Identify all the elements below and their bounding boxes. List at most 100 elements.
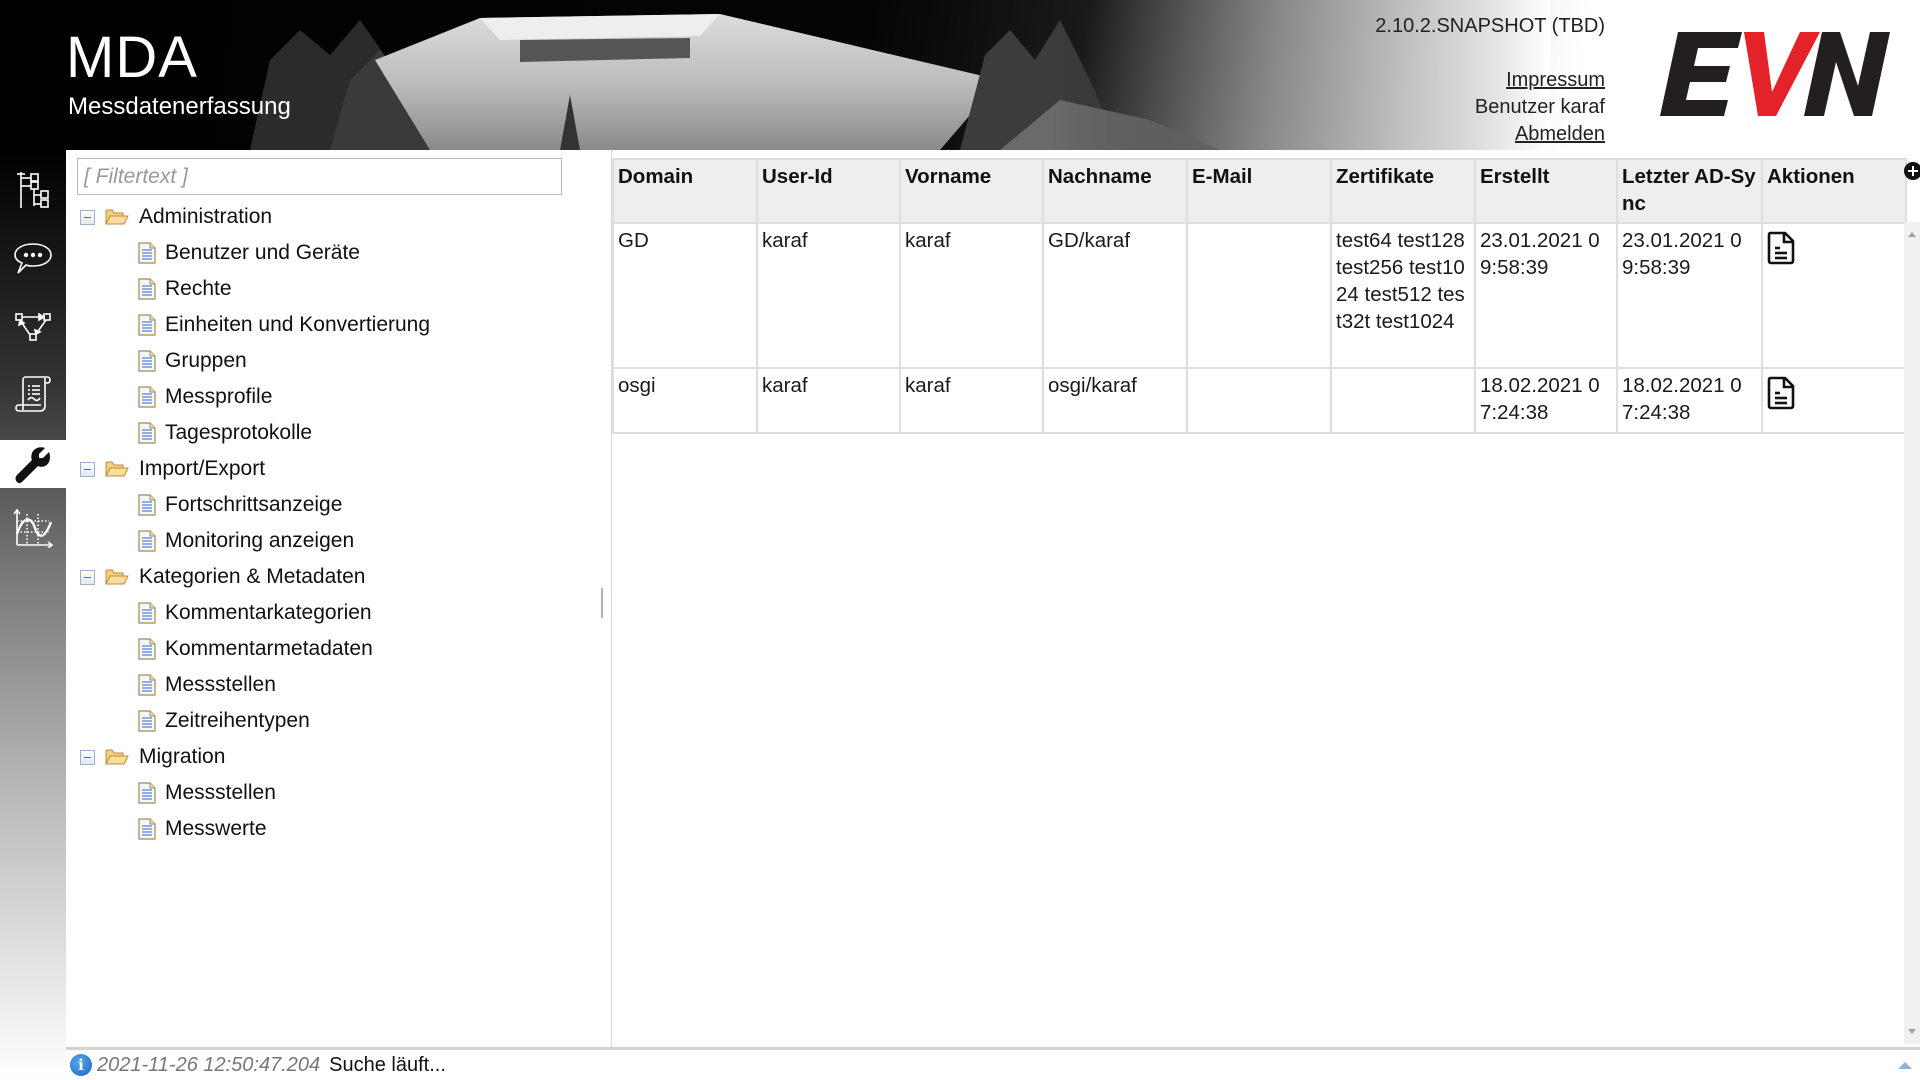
cell-zertifikate bbox=[1330, 367, 1476, 434]
cell-email bbox=[1186, 367, 1332, 434]
document-page-icon bbox=[138, 350, 156, 372]
tree-item[interactable]: Benutzer und Geräte bbox=[138, 236, 360, 270]
cell-erstellt: 23.01.2021 09:58:39 bbox=[1474, 222, 1618, 369]
tree-item-label: Kommentarmetadaten bbox=[165, 637, 373, 660]
tree-item-label: Kommentarkategorien bbox=[165, 601, 372, 624]
tree-item-label: Messwerte bbox=[165, 817, 267, 840]
document-page-icon bbox=[138, 386, 156, 408]
folder-open-icon bbox=[105, 569, 129, 585]
evn-logo bbox=[1660, 32, 1890, 116]
sidebar-item-comments[interactable] bbox=[0, 226, 66, 290]
folder-open-icon bbox=[105, 749, 129, 765]
tree-item-label: Fortschrittsanzeige bbox=[165, 493, 343, 516]
tree-item[interactable]: Messwerte bbox=[138, 812, 267, 846]
column-header-vorname[interactable]: Vorname bbox=[899, 158, 1044, 224]
wrench-icon bbox=[15, 447, 50, 484]
current-user-label: Benutzer karaf bbox=[1474, 96, 1605, 118]
document-page-icon bbox=[138, 818, 156, 840]
tree-filter-input[interactable] bbox=[77, 158, 562, 195]
expand-status-arrow-icon[interactable] bbox=[1898, 1062, 1912, 1069]
cell-ad-sync: 18.02.2021 07:24:38 bbox=[1616, 367, 1763, 434]
table-row[interactable]: GD karaf karaf GD/karaf test64 test128 t… bbox=[612, 222, 1907, 369]
tree-item-label: Messstellen bbox=[165, 673, 276, 696]
column-header-aktionen[interactable]: Aktionen bbox=[1761, 158, 1907, 224]
hierarchy-icon bbox=[17, 172, 49, 208]
tree-folder[interactable]: Administration bbox=[80, 200, 272, 234]
tree-item[interactable]: Kommentarmetadaten bbox=[138, 632, 373, 666]
tree-folder-label: Import/Export bbox=[139, 457, 266, 480]
main-panel: Administration Benutzer und Geräte Rechte E… bbox=[66, 150, 1920, 1050]
scroll-down-arrow-icon[interactable] bbox=[1908, 1029, 1916, 1034]
document-page-icon bbox=[138, 530, 156, 552]
sidebar-item-workflow[interactable] bbox=[0, 294, 66, 358]
collapse-toggle-icon[interactable] bbox=[80, 461, 95, 477]
tree-item-label: Gruppen bbox=[165, 349, 247, 372]
document-icon[interactable] bbox=[1767, 376, 1795, 410]
sidebar bbox=[0, 150, 66, 1080]
tree-item[interactable]: Rechte bbox=[138, 272, 232, 306]
cell-domain: GD bbox=[612, 222, 758, 369]
collapse-toggle-icon[interactable] bbox=[80, 569, 95, 585]
status-timestamp: 2021-11-26 12:50:47.204 bbox=[97, 1053, 321, 1076]
cell-aktionen bbox=[1761, 367, 1907, 434]
splitter-handle[interactable] bbox=[601, 588, 603, 618]
tree-item[interactable]: Monitoring anzeigen bbox=[138, 524, 354, 558]
column-header-zertifikate[interactable]: Zertifikate bbox=[1330, 158, 1476, 224]
tree-item-label: Zeitreihentypen bbox=[165, 709, 310, 732]
sidebar-item-protocol[interactable] bbox=[0, 362, 66, 426]
tree-item[interactable]: Messprofile bbox=[138, 380, 272, 414]
scroll-document-icon bbox=[15, 376, 51, 412]
column-header-domain[interactable]: Domain bbox=[612, 158, 758, 224]
tree-item[interactable]: Kommentarkategorien bbox=[138, 596, 372, 630]
line-chart-icon bbox=[13, 508, 53, 548]
column-header-email[interactable]: E-Mail bbox=[1186, 158, 1332, 224]
column-header-user-id[interactable]: User-Id bbox=[756, 158, 901, 224]
document-page-icon bbox=[138, 674, 156, 696]
tree-item[interactable]: Messstellen bbox=[138, 776, 276, 810]
sidebar-item-administration[interactable] bbox=[0, 440, 66, 488]
cell-vorname: karaf bbox=[899, 222, 1044, 369]
collapse-toggle-icon[interactable] bbox=[80, 209, 95, 225]
impressum-link[interactable]: Impressum bbox=[1506, 67, 1605, 93]
folder-open-icon bbox=[105, 461, 129, 477]
tree-folder-label: Kategorien & Metadaten bbox=[139, 565, 366, 588]
cell-nachname: osgi/karaf bbox=[1042, 367, 1188, 434]
header-dam-photo bbox=[250, 0, 1550, 150]
cell-email bbox=[1186, 222, 1332, 369]
logout-link[interactable]: Abmelden bbox=[1515, 121, 1605, 147]
column-header-nachname[interactable]: Nachname bbox=[1042, 158, 1188, 224]
sidebar-item-charts[interactable] bbox=[0, 496, 66, 560]
status-bar: i 2021-11-26 12:50:47.204 Suche läuft... bbox=[66, 1050, 1920, 1080]
tree-item[interactable]: Einheiten und Konvertierung bbox=[138, 308, 430, 342]
scroll-up-arrow-icon[interactable] bbox=[1908, 232, 1916, 237]
cell-vorname: karaf bbox=[899, 367, 1044, 434]
tree-item[interactable]: Gruppen bbox=[138, 344, 247, 378]
document-page-icon bbox=[138, 314, 156, 336]
tree-item[interactable]: Tagesprotokolle bbox=[138, 416, 312, 450]
plus-circle-icon[interactable] bbox=[1904, 162, 1920, 180]
tree-item-label: Monitoring anzeigen bbox=[165, 529, 355, 552]
document-page-icon bbox=[138, 782, 156, 804]
tree-item[interactable]: Zeitreihentypen bbox=[138, 704, 310, 738]
cell-user-id: karaf bbox=[756, 222, 901, 369]
column-header-ad-sync[interactable]: Letzter AD-Sync bbox=[1616, 158, 1763, 224]
table-row[interactable]: osgi karaf karaf osgi/karaf 18.02.2021 0… bbox=[612, 367, 1907, 434]
document-page-icon bbox=[138, 710, 156, 732]
collapse-toggle-icon[interactable] bbox=[80, 749, 95, 765]
sidebar-item-hierarchy[interactable] bbox=[0, 158, 66, 222]
document-page-icon bbox=[138, 422, 156, 444]
tree-item[interactable]: Messstellen bbox=[138, 668, 276, 702]
tree-folder[interactable]: Import/Export bbox=[80, 452, 265, 486]
document-icon[interactable] bbox=[1767, 231, 1795, 265]
tree-item[interactable]: Fortschrittsanzeige bbox=[138, 488, 342, 522]
status-message: Suche läuft... bbox=[329, 1053, 446, 1076]
column-header-erstellt[interactable]: Erstellt bbox=[1474, 158, 1618, 224]
table-scrollbar[interactable] bbox=[1904, 222, 1920, 1044]
tree-folder[interactable]: Kategorien & Metadaten bbox=[80, 560, 366, 594]
cell-user-id: karaf bbox=[756, 367, 901, 434]
tree-folder[interactable]: Migration bbox=[80, 740, 225, 774]
cell-nachname: GD/karaf bbox=[1042, 222, 1188, 369]
document-page-icon bbox=[138, 638, 156, 660]
tree-item-label: Messprofile bbox=[165, 385, 273, 408]
tree-folder-label: Migration bbox=[139, 745, 226, 768]
